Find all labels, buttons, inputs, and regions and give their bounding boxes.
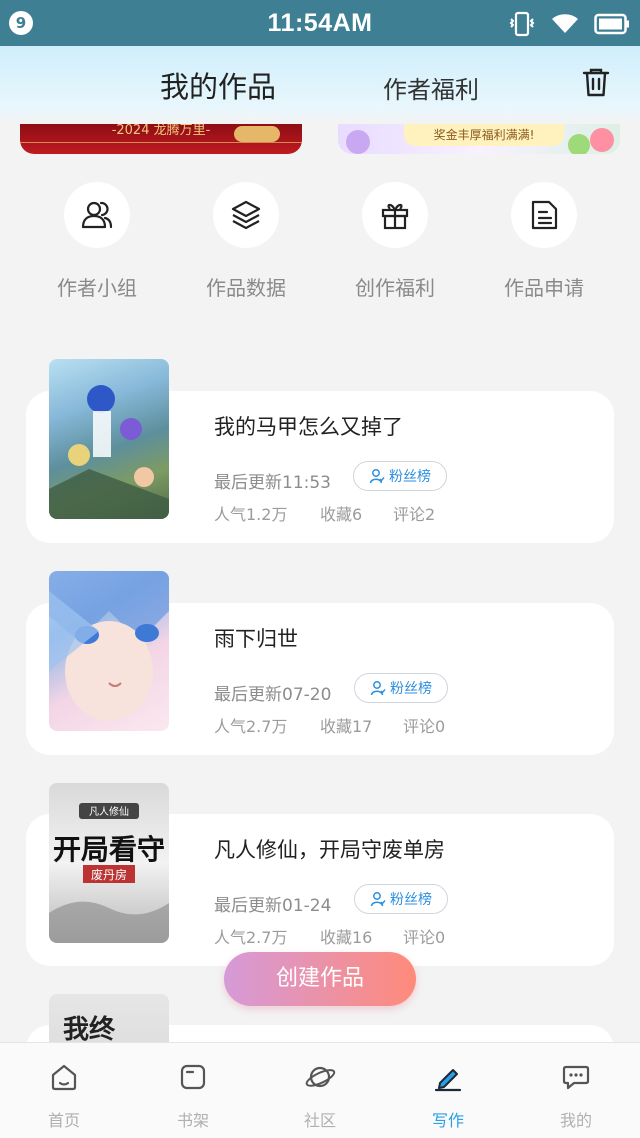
layers-icon <box>231 200 261 230</box>
work-favorites: 收藏6 <box>320 505 363 524</box>
work-cover-image[interactable] <box>49 359 169 519</box>
status-bar: 9 11:54AM <box>0 0 640 46</box>
nav-home[interactable]: 首页 <box>24 1061 104 1131</box>
create-work-button[interactable]: 创建作品 <box>224 952 416 1006</box>
banner-stripe <box>20 142 302 143</box>
fan-ranking-button[interactable]: 粉丝榜 <box>354 884 448 914</box>
quick-label: 作者小组 <box>57 276 137 300</box>
nav-label: 写作 <box>431 1111 464 1130</box>
cover-text-main: 我终 <box>63 1014 116 1045</box>
work-cover-image[interactable]: 凡人修仙 开局看守 废丹房 <box>49 783 169 943</box>
banner-rewards[interactable]: 奖金丰厚福利满满! <box>338 124 620 154</box>
fan-ranking-label: 粉丝榜 <box>389 469 431 485</box>
tab-my-works[interactable]: 我的作品 <box>160 64 276 106</box>
planet-icon <box>305 1066 336 1088</box>
user-icon <box>370 892 386 907</box>
quick-label: 创作福利 <box>355 276 435 300</box>
trash-icon[interactable] <box>578 64 614 100</box>
fan-ranking-button[interactable]: 粉丝榜 <box>353 461 447 491</box>
nav-mine[interactable]: 我的 <box>536 1061 616 1131</box>
cover-text-sub: 废丹房 <box>91 867 127 882</box>
nav-label: 书架 <box>176 1111 209 1130</box>
top-tabs-header: 我的作品 作者福利 <box>0 46 640 124</box>
work-favorites: 收藏17 <box>320 717 373 736</box>
quick-creation-benefits[interactable]: 创作福利 <box>325 180 465 301</box>
quick-actions: 作者小组 作品数据 创作福利 作品申请 <box>0 180 640 300</box>
bottom-nav: 首页 书架 社区 写作 我的 <box>0 1042 640 1138</box>
home-icon <box>51 1064 77 1091</box>
work-favorites: 收藏16 <box>320 928 373 947</box>
nav-write[interactable]: 写作 <box>408 1061 488 1131</box>
fan-ranking-button[interactable]: 粉丝榜 <box>354 673 448 703</box>
banner-left-text: -2024 龙腾万里- <box>111 124 211 138</box>
cover-text-top: 凡人修仙 <box>89 805 129 818</box>
banner-dragon-year[interactable]: -2024 龙腾万里- <box>20 124 302 154</box>
group-icon <box>81 201 113 229</box>
user-icon <box>370 681 386 696</box>
fan-ranking-label: 粉丝榜 <box>390 892 432 908</box>
quick-icon-circle <box>64 182 130 248</box>
screen: 9 11:54AM 我的作品 作者福利 -2024 龙腾万里- 奖金丰厚福利满满… <box>0 0 640 1138</box>
work-comments: 评论0 <box>403 928 446 947</box>
work-popularity: 人气2.7万 <box>214 928 288 947</box>
balloon-decoration <box>590 128 614 152</box>
work-comments: 评论0 <box>403 717 446 736</box>
quick-author-group[interactable]: 作者小组 <box>27 180 167 301</box>
work-last-update: 最后更新01-24 <box>214 896 332 916</box>
work-last-update: 最后更新11:53 <box>214 473 331 493</box>
balloon-decoration <box>346 130 370 154</box>
chat-bubble-icon <box>562 1065 590 1090</box>
balloon-decoration <box>568 134 590 154</box>
vibrate-icon <box>509 11 535 37</box>
nav-label: 社区 <box>303 1111 336 1130</box>
battery-icon <box>594 13 629 35</box>
nav-bookshelf[interactable]: 书架 <box>153 1061 233 1131</box>
banner-right-text: 奖金丰厚福利满满! <box>404 124 564 146</box>
wifi-icon <box>552 14 578 34</box>
quick-work-data[interactable]: 作品数据 <box>176 180 316 301</box>
bookshelf-icon <box>180 1064 206 1090</box>
quick-icon-circle <box>362 182 428 248</box>
work-title: 雨下归世 <box>214 627 298 651</box>
quick-label: 作品申请 <box>504 276 584 300</box>
work-last-update: 最后更新07-20 <box>214 685 332 705</box>
work-cover-image[interactable] <box>49 571 169 731</box>
gift-icon <box>381 203 409 230</box>
quick-work-application[interactable]: 作品申请 <box>474 180 614 301</box>
cloud-ornament <box>234 126 280 142</box>
work-popularity: 人气1.2万 <box>214 505 288 524</box>
document-icon <box>531 200 558 230</box>
quick-icon-circle <box>213 182 279 248</box>
quick-label: 作品数据 <box>206 276 286 300</box>
work-comments: 评论2 <box>393 505 436 524</box>
status-icons <box>508 10 630 38</box>
tab-author-benefits[interactable]: 作者福利 <box>383 70 479 105</box>
cover-text-main: 开局看守 <box>53 833 165 866</box>
work-popularity: 人气2.7万 <box>214 717 288 736</box>
nav-label: 首页 <box>47 1111 80 1130</box>
fan-ranking-label: 粉丝榜 <box>390 681 432 697</box>
work-title: 我的马甲怎么又掉了 <box>214 415 403 439</box>
user-icon <box>369 469 385 484</box>
pen-icon <box>434 1069 462 1092</box>
work-title: 凡人修仙，开局守废单房 <box>214 838 445 862</box>
nav-community[interactable]: 社区 <box>280 1061 360 1131</box>
nav-label: 我的 <box>559 1111 592 1130</box>
quick-icon-circle <box>511 182 577 248</box>
